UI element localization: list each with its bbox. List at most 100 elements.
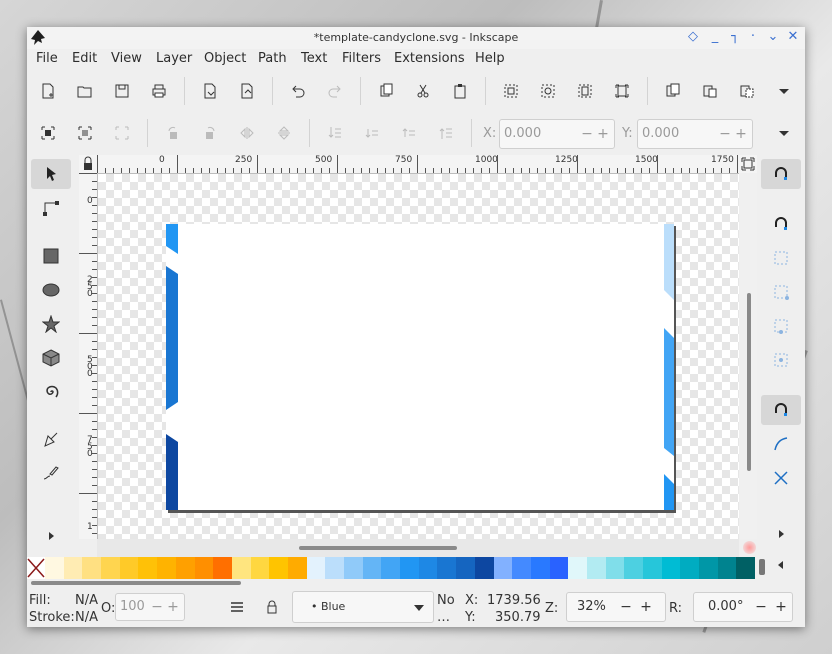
- color-swatch[interactable]: [437, 557, 457, 579]
- stroke-value[interactable]: N/A: [75, 610, 98, 625]
- zoom-in-button[interactable]: +: [639, 597, 653, 617]
- color-swatch[interactable]: [400, 557, 419, 579]
- copy-icon[interactable]: [373, 78, 399, 104]
- color-swatch[interactable]: [157, 557, 176, 579]
- y-increment-button[interactable]: +: [734, 124, 748, 144]
- horizontal-scroll-thumb[interactable]: [299, 546, 457, 550]
- opacity-spinbox[interactable]: 100 − +: [115, 593, 185, 621]
- x-increment-button[interactable]: +: [596, 124, 610, 144]
- menu-path[interactable]: Path: [258, 51, 287, 66]
- overflow-icon[interactable]: [771, 120, 797, 146]
- menu-object[interactable]: Object: [204, 51, 246, 66]
- zoom-page-icon[interactable]: [572, 78, 598, 104]
- color-swatch[interactable]: [418, 557, 438, 579]
- color-swatch[interactable]: [231, 557, 251, 579]
- color-swatch[interactable]: [605, 557, 625, 579]
- right-stripe-1[interactable]: [664, 224, 674, 300]
- snap-bbox-edge-icon[interactable]: [761, 243, 801, 273]
- import-icon[interactable]: [197, 78, 223, 104]
- color-swatch[interactable]: [45, 557, 64, 579]
- fill-value[interactable]: N/A: [75, 593, 98, 608]
- lock-guides-icon[interactable]: [79, 155, 98, 174]
- snap-toggle-icon[interactable]: [761, 159, 801, 189]
- color-swatch[interactable]: [325, 557, 344, 579]
- more-tools-icon[interactable]: [31, 521, 71, 551]
- box-3d-tool[interactable]: [31, 343, 71, 373]
- snap-path-icon[interactable]: [761, 429, 801, 459]
- clone-icon[interactable]: [697, 78, 723, 104]
- color-swatch[interactable]: [530, 557, 550, 579]
- select-all-layers-icon[interactable]: [72, 120, 98, 146]
- color-swatch[interactable]: [362, 557, 382, 579]
- menu-filters[interactable]: Filters: [342, 51, 381, 66]
- color-swatch[interactable]: [344, 557, 363, 579]
- new-document-icon[interactable]: [35, 78, 61, 104]
- selector-tool[interactable]: [31, 159, 71, 189]
- open-icon[interactable]: [72, 78, 98, 104]
- paste-icon[interactable]: [447, 78, 473, 104]
- page[interactable]: [166, 224, 674, 510]
- opacity-increment-button[interactable]: +: [166, 597, 180, 617]
- color-swatch[interactable]: [736, 557, 756, 579]
- cut-icon[interactable]: [410, 78, 436, 104]
- menu-text[interactable]: Text: [301, 51, 327, 66]
- color-swatch[interactable]: [624, 557, 643, 579]
- color-swatch[interactable]: [717, 557, 737, 579]
- node-editor-tool[interactable]: [31, 193, 71, 223]
- layers-icon[interactable]: [224, 594, 250, 620]
- zoom-drawing-icon[interactable]: [535, 78, 561, 104]
- color-swatch[interactable]: [661, 557, 681, 579]
- y-spinbox[interactable]: 0.000 − +: [637, 119, 753, 149]
- rotation-spinbox[interactable]: 0.00° − +: [693, 592, 793, 622]
- snap-bbox-corner-icon[interactable]: [761, 277, 801, 307]
- palette-horizontal-scroll[interactable]: [31, 581, 241, 585]
- zoom-spinbox[interactable]: 32% − +: [566, 592, 666, 622]
- color-swatch[interactable]: [63, 557, 83, 579]
- layer-dropdown[interactable]: • Blue: [292, 591, 434, 623]
- menu-file[interactable]: File: [36, 51, 58, 66]
- color-swatch[interactable]: [101, 557, 120, 579]
- color-swatch[interactable]: [568, 557, 587, 579]
- color-swatch[interactable]: [493, 557, 513, 579]
- color-swatch[interactable]: [194, 557, 214, 579]
- vertical-ruler[interactable]: 0 2 5 0 5 0 0 7 5 0 1: [79, 173, 98, 539]
- calligraphy-tool[interactable]: [31, 459, 71, 489]
- color-swatch[interactable]: [586, 557, 606, 579]
- minimize-button[interactable]: _: [707, 29, 723, 45]
- color-swatch[interactable]: [287, 557, 307, 579]
- color-swatch[interactable]: [175, 557, 195, 579]
- menu-help[interactable]: Help: [475, 51, 505, 66]
- left-stripe-3[interactable]: [166, 434, 178, 510]
- duplicate-icon[interactable]: [660, 78, 686, 104]
- color-swatch[interactable]: [699, 557, 718, 579]
- snap-bbox-midpoint-icon[interactable]: [761, 311, 801, 341]
- snap-bbox-icon[interactable]: [761, 209, 801, 239]
- undo-icon[interactable]: [285, 78, 311, 104]
- close-button[interactable]: ✕: [785, 29, 801, 45]
- menu-edit[interactable]: Edit: [72, 51, 97, 66]
- color-swatch[interactable]: [512, 557, 531, 579]
- menu-extensions[interactable]: Extensions: [394, 51, 465, 66]
- color-swatch[interactable]: [306, 557, 326, 579]
- snap-bbox-center-icon[interactable]: [761, 345, 801, 375]
- palette-scroll-thumb[interactable]: [759, 559, 765, 575]
- pen-tool[interactable]: [31, 425, 71, 455]
- lock-layer-icon[interactable]: [259, 594, 285, 620]
- keep-above-icon[interactable]: ◇: [685, 29, 701, 45]
- color-swatch[interactable]: [680, 557, 700, 579]
- color-swatch[interactable]: [381, 557, 401, 579]
- unlink-clone-icon[interactable]: [734, 78, 760, 104]
- star-tool[interactable]: [31, 309, 71, 339]
- menu-view[interactable]: View: [111, 51, 142, 66]
- color-swatch[interactable]: [549, 557, 569, 579]
- color-swatch[interactable]: [138, 557, 158, 579]
- color-swatch[interactable]: [269, 557, 288, 579]
- opacity-decrement-button[interactable]: −: [150, 597, 164, 617]
- color-swatch[interactable]: [474, 557, 494, 579]
- rectangle-tool[interactable]: [31, 241, 71, 271]
- more-snap-icon[interactable]: [761, 519, 801, 549]
- snap-intersection-icon[interactable]: [761, 463, 801, 493]
- zoom-out-button[interactable]: −: [619, 597, 633, 617]
- color-swatch[interactable]: [213, 557, 232, 579]
- drawing-canvas[interactable]: [98, 174, 739, 539]
